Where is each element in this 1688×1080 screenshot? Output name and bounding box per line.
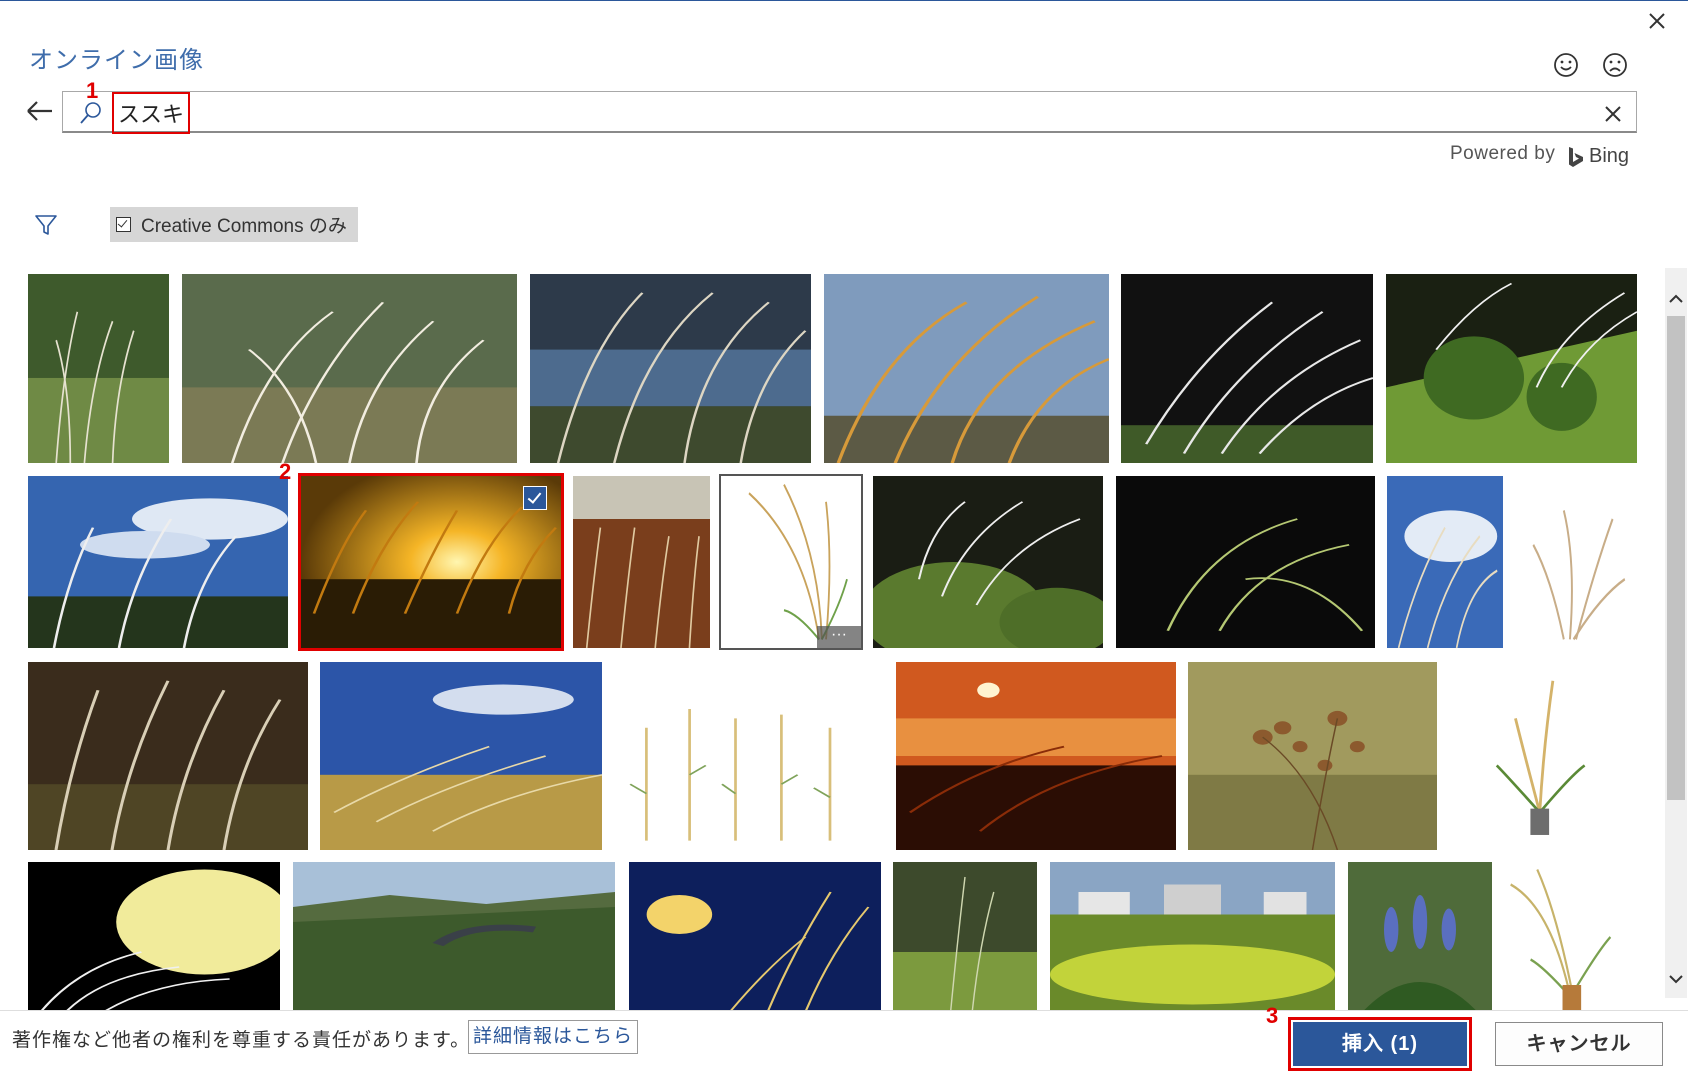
image-result[interactable] <box>896 662 1176 850</box>
image-result[interactable] <box>824 274 1109 463</box>
creative-commons-checkbox[interactable] <box>116 217 131 232</box>
image-result[interactable] <box>614 662 884 850</box>
search-query-text[interactable]: ススキ <box>112 92 191 134</box>
bing-logo-icon <box>1566 145 1586 171</box>
step-3-marker: 3 <box>1266 1003 1279 1028</box>
chevron-up-icon[interactable] <box>1667 290 1685 308</box>
image-result[interactable] <box>1387 476 1503 648</box>
step-2-marker: 2 <box>279 459 292 484</box>
close-icon[interactable] <box>1644 8 1670 34</box>
image-result[interactable] <box>1050 862 1335 1010</box>
bing-brand-label: Bing <box>1589 145 1630 167</box>
frown-icon[interactable] <box>1600 50 1630 80</box>
cancel-button[interactable]: キャンセル <box>1495 1022 1663 1066</box>
filter-icon[interactable] <box>33 212 59 238</box>
image-result-selected[interactable] <box>298 473 564 651</box>
window-top-border <box>0 0 1688 1</box>
image-result[interactable] <box>28 274 169 463</box>
image-result[interactable] <box>28 862 280 1010</box>
image-result[interactable] <box>530 274 811 463</box>
more-info-link[interactable]: 詳細情報はこちら <box>468 1020 639 1054</box>
image-result[interactable] <box>893 862 1037 1010</box>
more-options-icon[interactable]: ··· <box>817 626 861 648</box>
image-result[interactable]: ··· <box>719 474 863 650</box>
image-result[interactable] <box>1504 862 1637 1010</box>
clear-icon[interactable] <box>1598 99 1628 129</box>
image-result[interactable] <box>28 476 288 648</box>
powered-by-label: Powered by <box>1450 143 1556 164</box>
copyright-notice: 著作権など他者の権利を尊重する責任があります。 <box>12 1030 471 1051</box>
creative-commons-toggle[interactable]: Creative Commons のみ <box>110 207 358 242</box>
image-result[interactable] <box>28 662 308 850</box>
image-result[interactable] <box>1188 662 1437 850</box>
back-arrow-icon[interactable] <box>24 97 56 125</box>
search-input[interactable] <box>62 91 1637 133</box>
selected-checkbox[interactable] <box>523 486 547 510</box>
image-result[interactable] <box>320 662 602 850</box>
image-result[interactable] <box>1121 274 1373 463</box>
image-results-grid: ··· <box>0 262 1660 1010</box>
chevron-down-icon[interactable] <box>1667 970 1685 988</box>
image-result[interactable] <box>1450 662 1637 850</box>
image-result[interactable] <box>1348 862 1492 1010</box>
image-result[interactable] <box>1515 476 1637 648</box>
image-result[interactable] <box>629 862 881 1010</box>
footer-divider <box>0 1010 1688 1011</box>
image-result[interactable] <box>293 862 615 1010</box>
insert-button[interactable]: 挿入 (1) <box>1288 1017 1472 1071</box>
step-1-marker: 1 <box>86 78 99 103</box>
image-result[interactable] <box>573 476 710 648</box>
creative-commons-label: Creative Commons のみ <box>141 216 347 237</box>
image-result[interactable] <box>873 476 1103 648</box>
smile-icon[interactable] <box>1551 50 1581 80</box>
dialog-title: オンライン画像 <box>29 47 204 74</box>
image-result[interactable] <box>1386 274 1637 463</box>
image-result[interactable] <box>1116 476 1375 648</box>
scroll-thumb[interactable] <box>1667 316 1685 800</box>
image-result[interactable] <box>182 274 517 463</box>
